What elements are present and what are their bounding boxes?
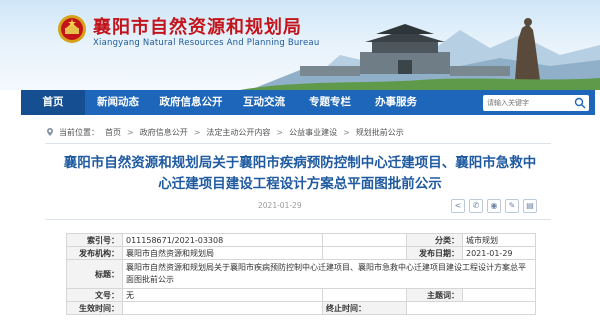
nav-item-home[interactable]: 首页 <box>21 90 85 115</box>
table-row: 标题： 襄阳市自然资源和规划局关于襄阳市疾病预防控制中心迁建项目、襄阳市急救中心… <box>66 259 536 289</box>
nav-item-interaction[interactable]: 互动交流 <box>231 90 297 115</box>
search-input[interactable] <box>487 95 567 111</box>
site-header: 襄阳市自然资源和规划局 Xiangyang Natural Resources … <box>0 0 600 90</box>
table-cell <box>322 288 407 302</box>
table-row: 索引号： 011158671/2021-03308 分类： 城市规划 <box>66 233 536 247</box>
table-cell <box>322 246 407 260</box>
pubdate-label: 发布日期： <box>406 246 463 260</box>
publisher-value: 襄阳市自然资源和规划局 <box>122 246 323 260</box>
search-box <box>483 95 589 111</box>
nav-item-topics[interactable]: 专题专栏 <box>297 90 363 115</box>
effective-value <box>122 301 323 315</box>
category-label: 分类： <box>406 233 463 247</box>
breadcrumb-item-gov-info[interactable]: 政府信息公开 <box>140 127 188 138</box>
breadcrumb-item-statutory[interactable]: 法定主动公开内容 <box>206 127 270 138</box>
table-row: 生效时间： 终止时间： <box>66 301 536 315</box>
article-title: 襄阳市自然资源和规划局关于襄阳市疾病预防控制中心迁建项目、襄阳市急救中心迁建项目… <box>63 155 537 192</box>
national-emblem-icon <box>58 15 86 43</box>
site-title: 襄阳市自然资源和规划局 <box>93 17 302 38</box>
docno-value: 无 <box>122 288 323 302</box>
publisher-label: 发布机构： <box>66 246 123 260</box>
category-value: 城市规划 <box>462 233 536 247</box>
breadcrumb-separator: > <box>193 127 201 137</box>
article-date: 2021-01-29 <box>258 201 302 210</box>
print-icon[interactable]: ▤ <box>523 199 537 213</box>
wechat-icon[interactable]: ✆ <box>469 199 483 213</box>
breadcrumb-item-public-welfare[interactable]: 公益事业建设 <box>289 127 337 138</box>
main-nav: 首页 新闻动态 政府信息公开 互动交流 专题专栏 办事服务 <box>21 90 595 115</box>
breadcrumb-label: 当前位置： <box>59 127 99 137</box>
keyword-value <box>462 288 536 302</box>
table-row: 发布机构： 襄阳市自然资源和规划局 发布日期： 2021-01-29 <box>66 246 536 260</box>
breadcrumb-separator: > <box>276 127 284 137</box>
breadcrumb-separator: > <box>127 127 134 137</box>
table-row: 文号： 无 主题词： <box>66 288 536 302</box>
weibo-icon[interactable]: ◉ <box>487 199 501 213</box>
location-icon <box>47 128 53 136</box>
breadcrumb-item-home[interactable]: 首页 <box>105 127 121 138</box>
search-icon[interactable] <box>574 97 586 109</box>
title-label: 标题： <box>66 259 123 289</box>
pubdate-value: 2021-01-29 <box>462 246 536 260</box>
site-subtitle: Xiangyang Natural Resources And Planning… <box>93 38 320 48</box>
nav-item-services[interactable]: 办事服务 <box>363 90 429 115</box>
title-divider <box>45 219 551 220</box>
qq-icon[interactable]: ✎ <box>505 199 519 213</box>
keyword-label: 主题词： <box>406 288 463 302</box>
breadcrumb-divider <box>45 143 551 144</box>
breadcrumb: 当前位置： 首页 > 政府信息公开 > 法定主动公开内容 > 公益事业建设 > … <box>45 125 410 139</box>
share-icon[interactable]: < <box>451 199 465 213</box>
document-info-table: 索引号： 011158671/2021-03308 分类： 城市规划 发布机构：… <box>66 233 536 315</box>
breadcrumb-item-planning-notice[interactable]: 规划批前公示 <box>356 127 404 138</box>
effective-label: 生效时间： <box>66 301 123 315</box>
index-value: 011158671/2021-03308 <box>122 233 323 247</box>
index-label: 索引号： <box>66 233 123 247</box>
expire-value <box>406 301 536 315</box>
nav-item-gov-info[interactable]: 政府信息公开 <box>151 90 231 115</box>
nav-item-news[interactable]: 新闻动态 <box>85 90 151 115</box>
docno-label: 文号： <box>66 288 123 302</box>
breadcrumb-separator: > <box>343 127 350 137</box>
table-cell <box>322 233 407 247</box>
title-value: 襄阳市自然资源和规划局关于襄阳市疾病预防控制中心迁建项目、襄阳市急救中心迁建项目… <box>122 259 536 289</box>
expire-label: 终止时间： <box>322 301 407 315</box>
